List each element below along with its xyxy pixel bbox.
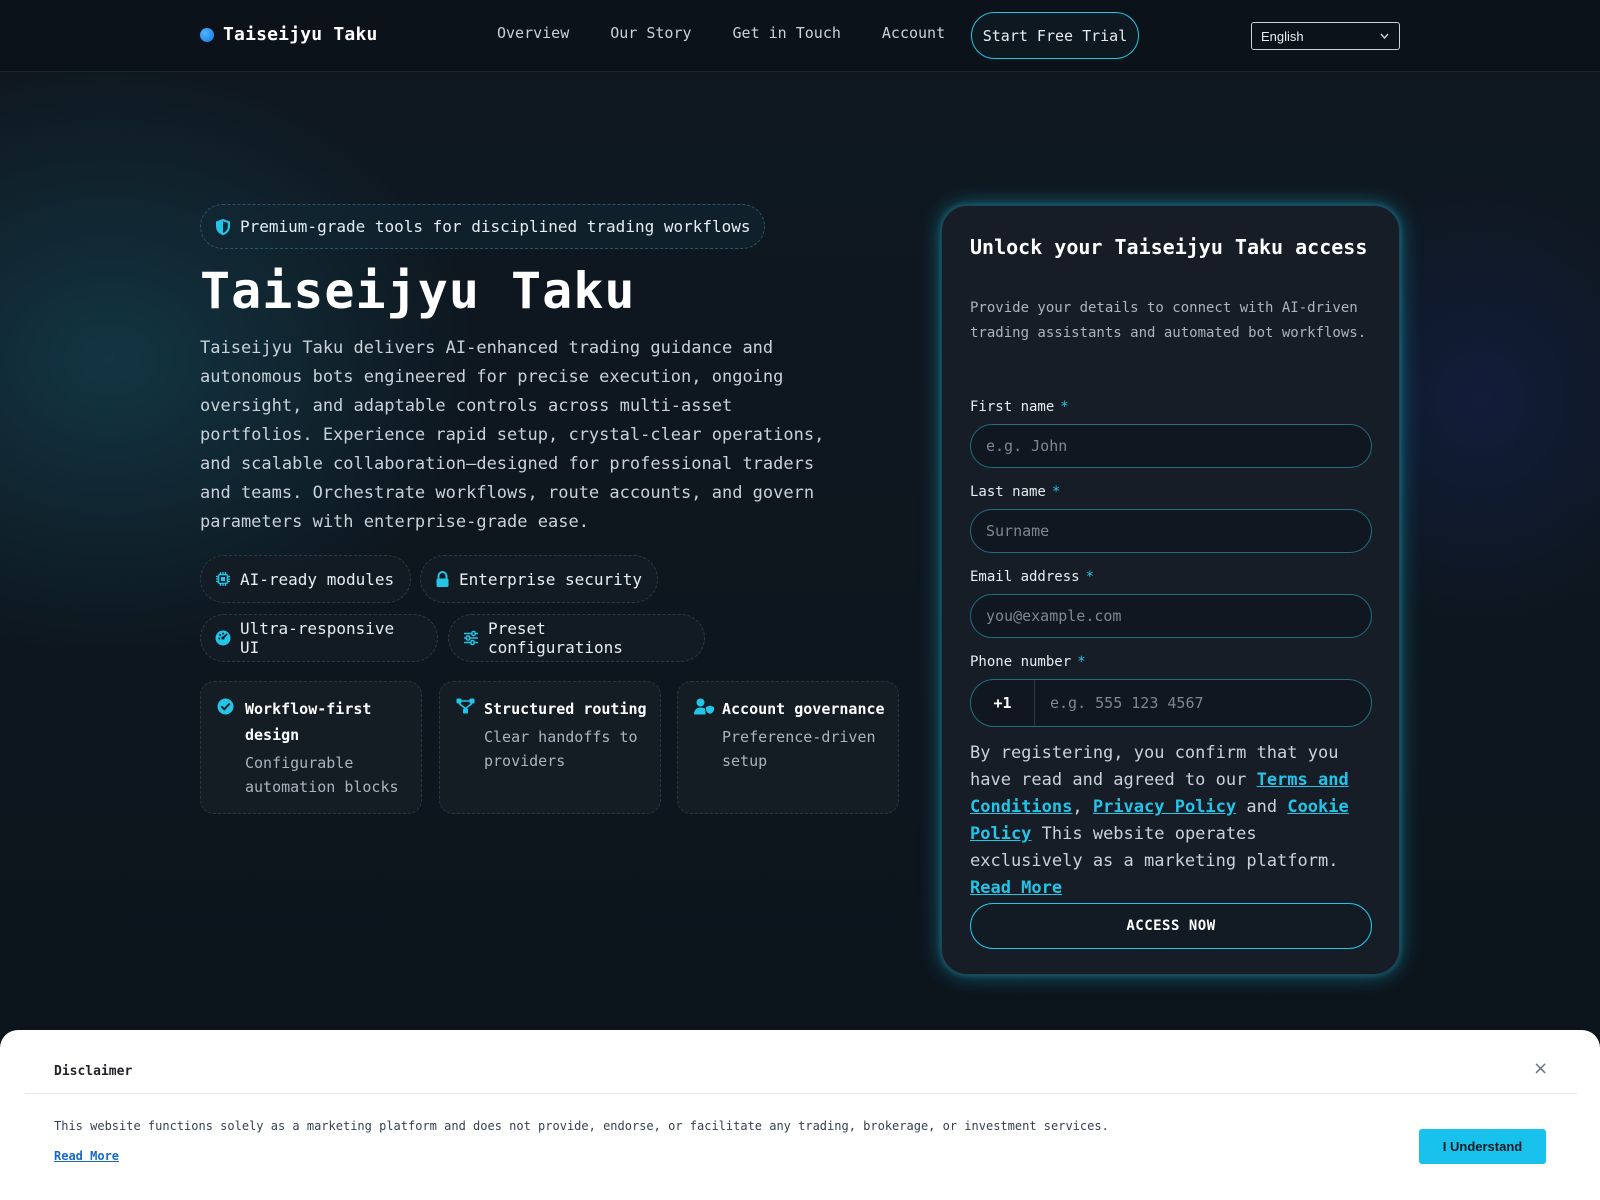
- sliders-icon: [463, 630, 479, 646]
- close-icon[interactable]: ×: [1533, 1058, 1548, 1079]
- phone-field: +1: [970, 679, 1372, 727]
- hero-badge-text: Premium-grade tools for disciplined trad…: [240, 217, 751, 236]
- first-name-input[interactable]: [970, 424, 1372, 468]
- phone-country-code[interactable]: +1: [971, 680, 1035, 726]
- consent-text: By registering, you confirm that you hav…: [970, 743, 1349, 898]
- nav-account[interactable]: Account: [882, 24, 945, 42]
- panel-title: Unlock your Taiseijyu Taku access: [970, 235, 1368, 259]
- route-icon: [456, 698, 476, 813]
- feature-chip-preset-configurations: Preset configurations: [448, 614, 705, 662]
- brand-dot-icon: [200, 27, 214, 42]
- card-title: Account governance: [722, 700, 885, 718]
- disclaimer-banner: Disclaimer × This website functions sole…: [0, 1030, 1600, 1200]
- brand-logo[interactable]: Taiseijyu Taku: [200, 24, 378, 45]
- chip-label: Ultra-responsive UI: [240, 619, 395, 657]
- check-circle-icon: [217, 698, 237, 813]
- feature-chip-responsive-ui: Ultra-responsive UI: [200, 614, 438, 662]
- feature-chip-ai-modules: AI-ready modules: [200, 555, 411, 603]
- nav-our-story[interactable]: Our Story: [610, 24, 691, 42]
- card-title: Workflow-first design: [245, 700, 372, 744]
- hero-title: Taiseijyu Taku: [200, 262, 636, 320]
- card-title: Structured routing: [484, 700, 647, 718]
- last-name-input[interactable]: [970, 509, 1372, 553]
- user-shield-icon: [694, 698, 715, 813]
- main-nav: Overview Our Story Get in Touch Account: [497, 24, 945, 42]
- language-select[interactable]: English: [1251, 22, 1400, 50]
- phone-input[interactable]: [1035, 680, 1371, 726]
- chip-label: AI-ready modules: [240, 569, 395, 589]
- nav-overview[interactable]: Overview: [497, 24, 569, 42]
- shield-icon: [215, 218, 231, 236]
- privacy-link[interactable]: Privacy Policy: [1093, 797, 1236, 817]
- signup-panel: Unlock your Taiseijyu Taku access Provid…: [941, 205, 1400, 975]
- chip-label: Preset configurations: [488, 619, 623, 657]
- panel-subtitle: Provide your details to connect with AI-…: [970, 300, 1367, 341]
- access-now-button[interactable]: ACCESS NOW: [970, 903, 1372, 949]
- gauge-icon: [215, 630, 231, 646]
- card-subtitle: Configurable automation blocks: [245, 754, 399, 796]
- start-free-trial-button[interactable]: Start Free Trial: [971, 12, 1139, 59]
- i-understand-button[interactable]: I Understand: [1419, 1129, 1546, 1164]
- chip-label: Enterprise security: [459, 569, 643, 589]
- email-label: Email address *: [970, 569, 1095, 585]
- lock-icon: [435, 570, 450, 588]
- nav-get-in-touch[interactable]: Get in Touch: [733, 24, 841, 42]
- feature-card-routing: Structured routing Clear handoffs to pro…: [439, 681, 661, 814]
- disclaimer-text: This website functions solely as a marke…: [54, 1119, 1109, 1133]
- language-value: English: [1261, 28, 1304, 44]
- chip-icon: [215, 571, 231, 587]
- first-name-label: First name *: [970, 399, 1069, 415]
- feature-card-workflow: Workflow-first design Configurable autom…: [200, 681, 422, 814]
- brand-name: Taiseijyu Taku: [223, 24, 378, 45]
- disclaimer-read-more-link[interactable]: Read More: [54, 1149, 119, 1163]
- phone-label: Phone number *: [970, 654, 1086, 670]
- hero-description: Taiseijyu Taku delivers AI-enhanced trad…: [200, 338, 825, 532]
- read-more-link[interactable]: Read More: [970, 878, 1062, 898]
- disclaimer-title: Disclaimer: [54, 1064, 133, 1079]
- feature-chip-enterprise-security: Enterprise security: [420, 555, 658, 603]
- chevron-down-icon: [1380, 29, 1389, 43]
- email-input[interactable]: [970, 594, 1372, 638]
- hero-badge: Premium-grade tools for disciplined trad…: [200, 204, 765, 249]
- disclaimer-divider: [25, 1093, 1577, 1094]
- card-subtitle: Preference-driven setup: [722, 728, 876, 770]
- last-name-label: Last name *: [970, 484, 1061, 500]
- feature-card-governance: Account governance Preference-driven set…: [677, 681, 899, 814]
- top-navigation: Taiseijyu Taku Overview Our Story Get in…: [0, 0, 1600, 72]
- card-subtitle: Clear handoffs to providers: [484, 728, 638, 770]
